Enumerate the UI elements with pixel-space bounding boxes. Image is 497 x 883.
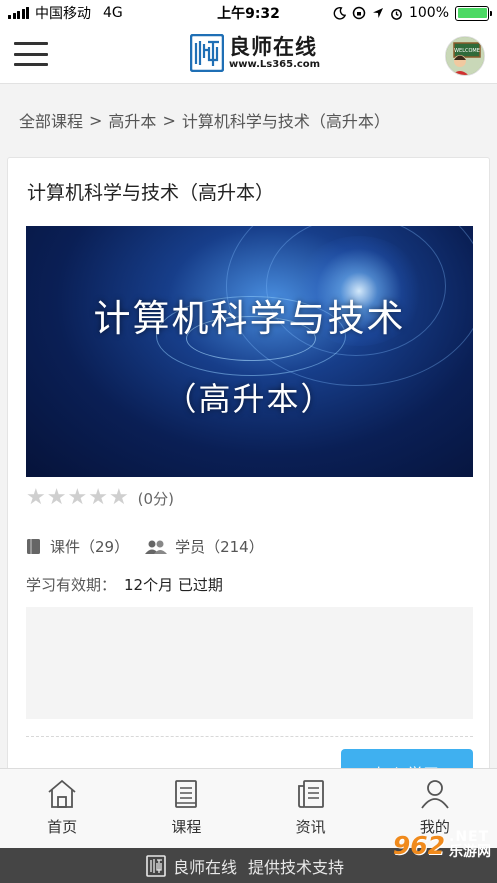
course-description (26, 607, 473, 719)
watermark-name: 乐游网 (449, 844, 491, 860)
footer-brand: 良师在线 (173, 857, 238, 877)
cover-title: 计算机科学与技术 (93, 297, 406, 340)
battery-icon (455, 5, 492, 21)
star-icon: ★ (88, 485, 108, 510)
breadcrumb: 全部课程 > 高升本 > 计算机科学与技术（高升本） (0, 84, 497, 156)
student-count: 学员（214） (145, 536, 264, 557)
avatar[interactable]: WELCOME (445, 36, 485, 76)
watermark-number: 962 (392, 830, 445, 860)
rating: ★ ★ ★ ★ ★ (0分) (26, 487, 174, 509)
tab-home-label: 首页 (47, 818, 78, 836)
breadcrumb-current: 计算机科学与技术（高升本） (181, 112, 390, 131)
star-icon: ★ (46, 485, 67, 510)
tab-courses-label: 课程 (171, 818, 202, 836)
course-cover-image: 计算机科学与技术 （高升本） (26, 226, 473, 477)
validity-value: 12个月 已过期 (124, 576, 223, 594)
home-icon (48, 779, 76, 808)
logo-mark-icon (190, 34, 224, 72)
star-icon: ★ (26, 485, 46, 510)
alarm-icon (391, 8, 402, 20)
watermark: 962 .NET 乐游网 (393, 830, 491, 860)
location-icon (372, 8, 383, 18)
footer-text: 良师在线 提供技术支持 (146, 848, 344, 883)
rotation-lock-icon (352, 6, 366, 20)
tab-home[interactable]: 首页 (0, 769, 124, 848)
divider (26, 736, 473, 737)
students-label: 学员（214） (175, 538, 264, 556)
breadcrumb-separator: > (162, 110, 176, 130)
breadcrumb-category[interactable]: 高升本 (108, 108, 156, 132)
course-title: 计算机科学与技术（高升本） (27, 182, 275, 204)
logo-name: 良师在线 (229, 35, 317, 59)
footer-suffix: 提供技术支持 (248, 857, 345, 877)
footer-logo-icon (146, 854, 166, 877)
avatar-illustration: WELCOME (446, 37, 484, 75)
status-right: 100% (333, 5, 492, 21)
breadcrumb-separator: > (89, 110, 103, 130)
courseware-label: 课件（29） (50, 538, 130, 556)
app-header: 良师在线 www.Ls365.com WELCOME (0, 26, 497, 84)
rating-score: (0分) (137, 489, 174, 508)
avatar-text: WELCOME (454, 48, 480, 54)
logo-url: www.Ls365.com (229, 59, 321, 70)
moon-icon (333, 6, 346, 20)
news-icon (297, 780, 324, 808)
breadcrumb-all-courses[interactable]: 全部课程 (19, 108, 83, 132)
user-icon (421, 780, 449, 809)
validity: 学习有效期： 12个月 已过期 (26, 574, 223, 595)
star-icon: ★ (67, 485, 88, 510)
tab-news[interactable]: 资讯 (249, 769, 373, 848)
battery-percent: 100% (408, 5, 449, 21)
tab-news-label: 资讯 (295, 818, 326, 836)
course-stats: 课件（29） 学员（214） (26, 536, 280, 557)
courseware-count: 课件（29） (26, 536, 129, 557)
validity-label: 学习有效期： (26, 576, 117, 594)
status-bar: 中国移动 4G 上午9:32 100% (0, 0, 497, 26)
courseware-icon (27, 539, 40, 554)
students-icon (145, 540, 168, 554)
watermark-suffix: .NET (449, 829, 490, 845)
menu-button[interactable] (14, 40, 48, 68)
tab-courses[interactable]: 课程 (124, 769, 248, 848)
star-icon: ★ (108, 485, 129, 510)
cover-subtitle: （高升本） (164, 380, 335, 418)
book-icon (175, 780, 198, 808)
logo[interactable]: 良师在线 www.Ls365.com (190, 34, 320, 72)
course-card: 计算机科学与技术（高升本） 计算机科学与技术 （高升本） ★ ★ ★ ★ ★ (… (7, 157, 490, 797)
